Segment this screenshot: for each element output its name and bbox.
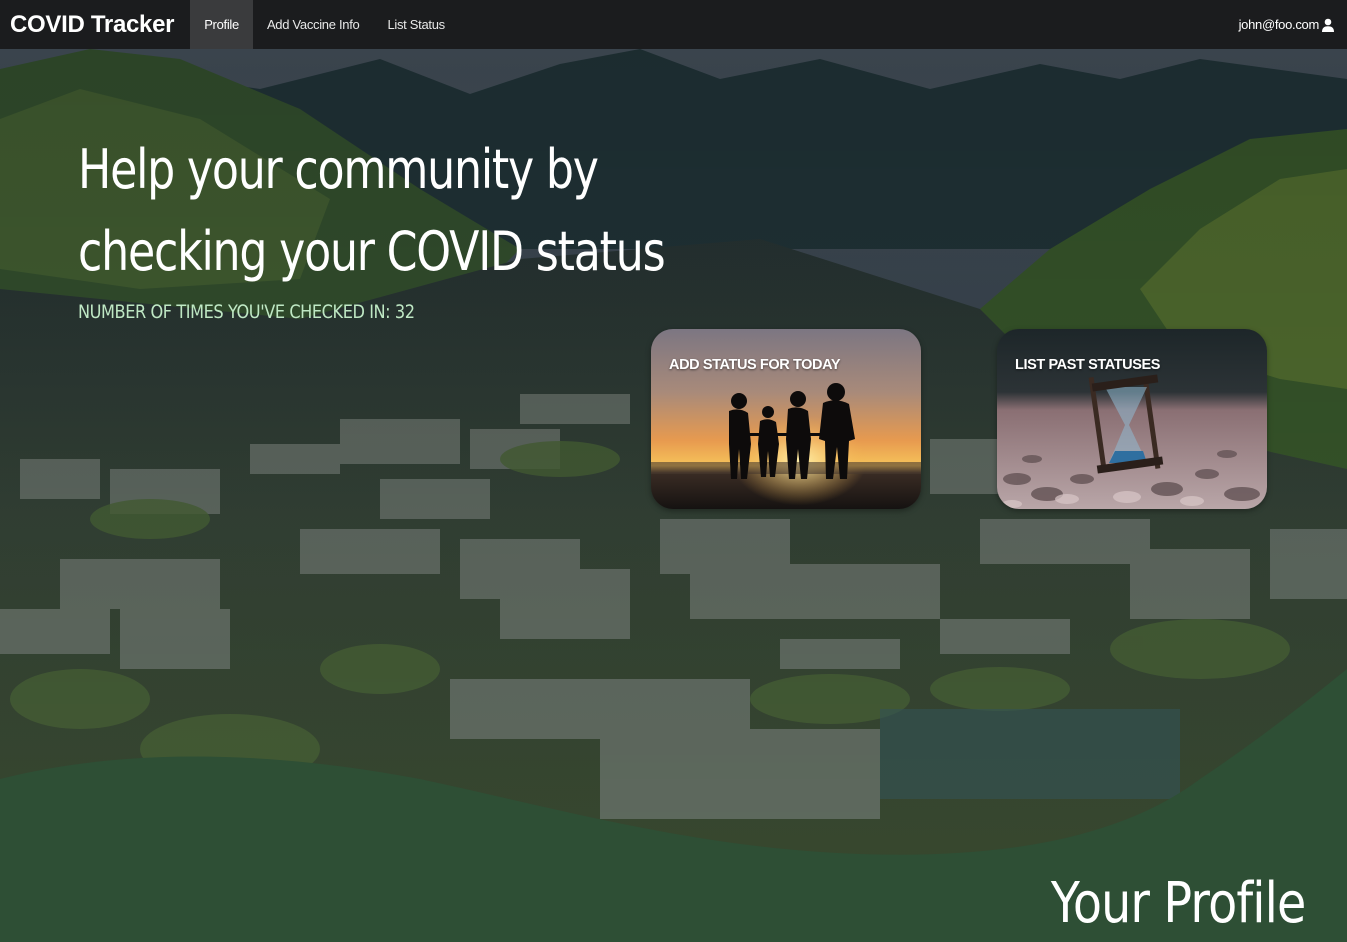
section-title-your-profile: Your Profile [1050, 871, 1305, 936]
hero-headline-line2: checking your COVID status [78, 220, 666, 283]
nav-item-add-vaccine-info[interactable]: Add Vaccine Info [253, 0, 374, 49]
hero-headline-line1: Help your community by [78, 138, 599, 201]
user-email: john@foo.com [1238, 17, 1320, 32]
checkin-count: NUMBER OF TIMES YOU'VE CHECKED IN: 32 [78, 301, 415, 323]
brand-logo[interactable]: COVID Tracker [10, 11, 174, 39]
hero-headline: Help your community by checking your COV… [78, 129, 666, 293]
navbar: COVID Tracker Profile Add Vaccine Info L… [0, 0, 1347, 49]
nav-item-list-status[interactable]: List Status [373, 0, 458, 49]
add-status-card-label: ADD STATUS FOR TODAY [669, 357, 841, 373]
hero-section: Help your community by checking your COV… [0, 49, 1347, 942]
family-sunset-image [651, 329, 921, 509]
nav-item-profile[interactable]: Profile [190, 0, 253, 49]
user-icon [1322, 18, 1334, 32]
hourglass-image [997, 329, 1267, 509]
add-status-card[interactable]: ADD STATUS FOR TODAY [651, 329, 921, 509]
list-statuses-card-label: LIST PAST STATUSES [1015, 357, 1161, 373]
list-statuses-card[interactable]: LIST PAST STATUSES [997, 329, 1267, 509]
user-menu[interactable]: john@foo.com [1239, 17, 1335, 32]
